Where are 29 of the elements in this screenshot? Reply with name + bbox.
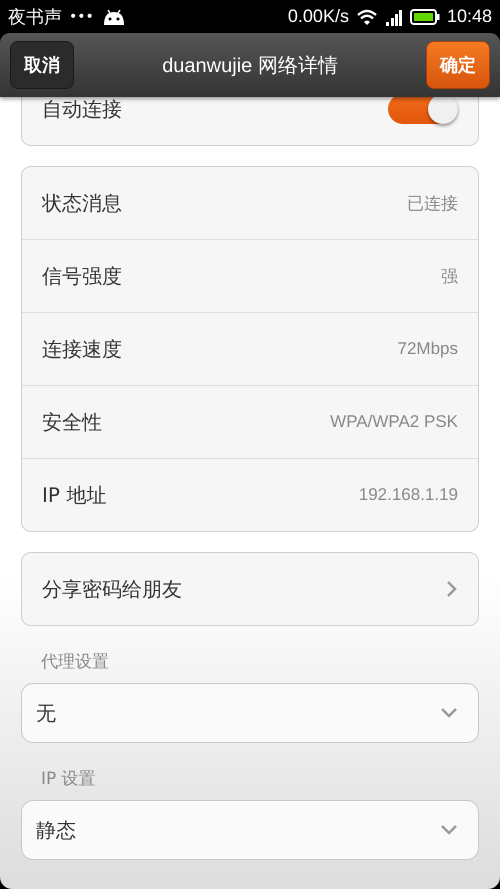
cancel-button[interactable]: 取消 bbox=[10, 41, 74, 89]
screen-title: duanwujie 网络详情 bbox=[162, 54, 338, 78]
clock-time: 10:48 bbox=[446, 6, 492, 27]
detail-label: 安全性 bbox=[42, 408, 102, 436]
section-label: IP 设置 bbox=[40, 768, 97, 791]
detail-value: WPA/WPA2 PSK bbox=[330, 412, 458, 432]
detail-label: 信号强度 bbox=[42, 262, 122, 290]
dropdown-field[interactable]: 静态 bbox=[21, 800, 479, 860]
network-speed: 0.00K/s bbox=[288, 6, 349, 27]
detail-label: 连接速度 bbox=[42, 336, 122, 362]
notification-dots: ••• bbox=[69, 8, 94, 24]
chevron-down-icon bbox=[440, 824, 458, 836]
detail-value: 72Mbps bbox=[398, 339, 458, 359]
dropdown-field[interactable]: 无 bbox=[21, 683, 479, 743]
detail-value: 192.168.1.19 bbox=[358, 485, 458, 505]
auto-connect-label: 自动连接 bbox=[42, 97, 122, 122]
chevron-right-icon bbox=[446, 580, 458, 598]
wifi-icon bbox=[356, 8, 378, 26]
share-password-item[interactable]: 分享密码给朋友 bbox=[21, 552, 479, 626]
detail-value: 强 bbox=[441, 266, 458, 288]
detail-value: 已连接 bbox=[407, 192, 458, 214]
chevron-down-icon bbox=[440, 707, 458, 719]
section-label: 代理设置 bbox=[40, 651, 110, 674]
app-name: 夜书声 bbox=[8, 6, 62, 28]
signal-icon bbox=[384, 8, 403, 26]
detail-label: 状态消息 bbox=[42, 190, 122, 216]
battery-icon bbox=[410, 8, 440, 26]
auto-connect-toggle[interactable] bbox=[388, 97, 458, 124]
detail-label: IP 地址 bbox=[42, 482, 106, 508]
